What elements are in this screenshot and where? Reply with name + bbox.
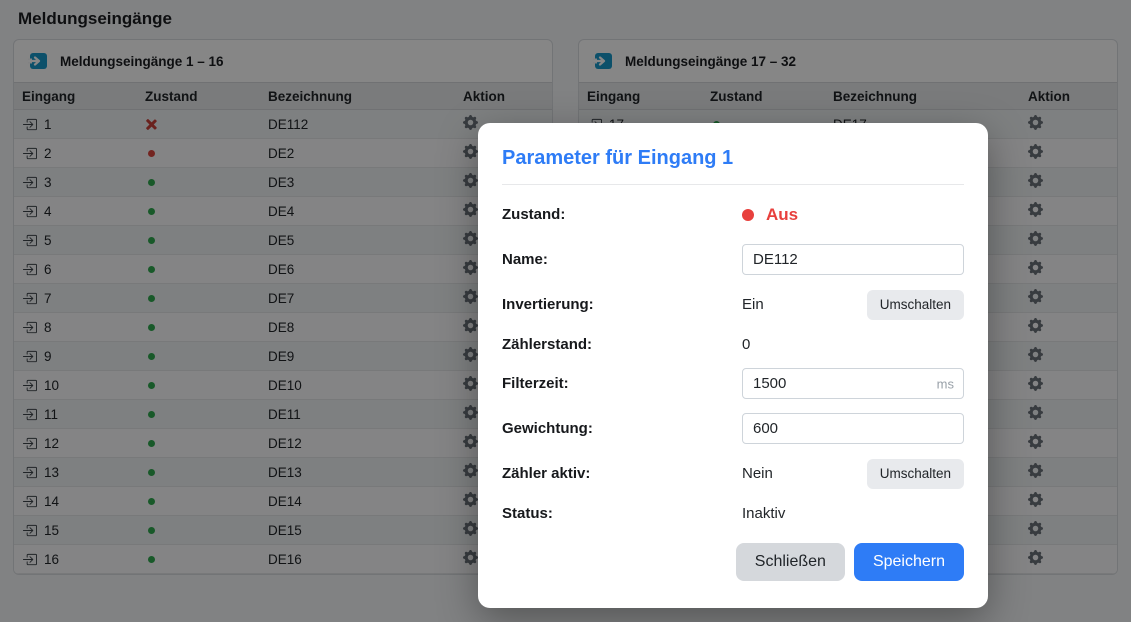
- name-input[interactable]: [742, 244, 964, 275]
- field-filterzeit: Filterzeit: ms: [502, 368, 964, 399]
- invertierung-value: Ein: [742, 296, 764, 313]
- field-invertierung: Invertierung: Ein Umschalten: [502, 289, 964, 320]
- field-label: Filterzeit:: [502, 375, 742, 392]
- status-value-text: Inaktiv: [742, 505, 785, 522]
- zaehler-aktiv-value: Nein: [742, 465, 773, 482]
- field-gewichtung: Gewichtung:: [502, 413, 964, 444]
- field-zaehler-aktiv: Zähler aktiv: Nein Umschalten: [502, 458, 964, 489]
- field-label: Name:: [502, 251, 742, 268]
- field-label: Zähler aktiv:: [502, 465, 742, 482]
- invertierung-toggle-button[interactable]: Umschalten: [867, 290, 964, 320]
- status-text: Aus: [766, 205, 798, 225]
- field-zaehlerstand: Zählerstand: 0: [502, 334, 964, 354]
- field-zustand: Zustand: Aus: [502, 199, 964, 230]
- dialog-title: Parameter für Eingang 1: [502, 147, 964, 170]
- divider: [502, 184, 964, 185]
- status-dot-icon: [742, 209, 754, 221]
- field-label: Gewichtung:: [502, 420, 742, 437]
- field-label: Zählerstand:: [502, 336, 742, 353]
- field-label: Zustand:: [502, 206, 742, 223]
- zaehlerstand-value: 0: [742, 336, 750, 353]
- field-label: Status:: [502, 505, 742, 522]
- filterzeit-input[interactable]: [742, 368, 964, 399]
- dialog-footer: Schließen Speichern: [502, 543, 964, 581]
- field-label: Invertierung:: [502, 296, 742, 313]
- zaehler-aktiv-toggle-button[interactable]: Umschalten: [867, 459, 964, 489]
- unit-label: ms: [937, 376, 954, 391]
- field-status: Status: Inaktiv: [502, 503, 964, 523]
- close-button[interactable]: Schließen: [736, 543, 845, 581]
- status-value: Aus: [742, 205, 798, 225]
- gewichtung-input[interactable]: [742, 413, 964, 444]
- save-button[interactable]: Speichern: [854, 543, 964, 581]
- parameter-dialog: Parameter für Eingang 1 Zustand: Aus Nam…: [478, 123, 988, 608]
- field-name: Name:: [502, 244, 964, 275]
